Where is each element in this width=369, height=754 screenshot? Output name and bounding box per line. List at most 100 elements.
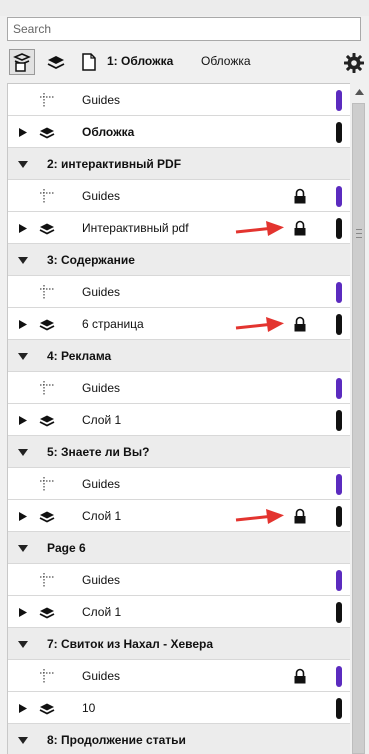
search-box[interactable] xyxy=(7,17,361,41)
search-input[interactable] xyxy=(8,18,360,40)
page-header-label: Page 6 xyxy=(47,541,86,555)
layer-row[interactable]: Слой 1 xyxy=(8,500,350,532)
lock-icon[interactable] xyxy=(293,220,307,236)
page-stack-icon xyxy=(13,53,31,72)
guides-icon xyxy=(38,668,56,684)
layer-color-tab[interactable] xyxy=(336,666,342,687)
objects-list-panel: Guides Обложка 2: интерактивный PDF Guides И… xyxy=(7,83,350,754)
layer-icon xyxy=(38,508,56,524)
layer-name-label: Guides xyxy=(82,93,121,107)
layer-name-label: Интерактивный pdf xyxy=(82,221,189,235)
scroll-thumb[interactable] xyxy=(352,103,365,754)
settings-button[interactable] xyxy=(341,50,367,76)
layer-row[interactable]: Слой 1 xyxy=(8,404,350,436)
layer-icon xyxy=(38,124,56,140)
collapse-triangle-icon[interactable] xyxy=(17,542,29,554)
layer-color-tab[interactable] xyxy=(336,122,342,143)
page-header-label: 4: Реклама xyxy=(47,349,112,363)
layer-color-tab[interactable] xyxy=(336,570,342,591)
page-header-label: 2: интерактивный PDF xyxy=(47,157,182,171)
layer-row[interactable]: Обложка xyxy=(8,116,350,148)
layer-row[interactable]: 10 xyxy=(8,692,350,724)
layer-color-tab[interactable] xyxy=(336,698,342,719)
page-header-row[interactable]: 4: Реклама xyxy=(8,340,350,372)
layer-color-tab[interactable] xyxy=(336,506,342,527)
guides-layer-row[interactable]: Guides xyxy=(8,180,350,212)
expand-triangle-icon[interactable] xyxy=(17,702,29,714)
layer-name-label: Обложка xyxy=(82,125,135,139)
layers-view-button[interactable] xyxy=(43,49,69,75)
guides-icon xyxy=(38,380,56,396)
scroll-up-arrow-icon xyxy=(354,89,364,95)
layer-icon xyxy=(38,220,56,236)
guides-icon xyxy=(38,92,56,108)
guides-icon xyxy=(38,188,56,204)
page-header-row[interactable]: 3: Содержание xyxy=(8,244,350,276)
guides-layer-row[interactable]: Guides xyxy=(8,564,350,596)
collapse-triangle-icon[interactable] xyxy=(17,638,29,650)
layer-color-tab[interactable] xyxy=(336,218,342,239)
guides-layer-row[interactable]: Guides xyxy=(8,372,350,404)
lock-icon[interactable] xyxy=(293,188,307,204)
expand-triangle-icon[interactable] xyxy=(17,222,29,234)
layer-color-tab[interactable] xyxy=(336,602,342,623)
layer-name-label: Guides xyxy=(82,285,121,299)
scroll-up-button[interactable] xyxy=(351,85,367,99)
guides-icon xyxy=(38,284,56,300)
page-header-row[interactable]: 2: интерактивный PDF xyxy=(8,148,350,180)
layer-name-label: Guides xyxy=(82,381,121,395)
collapse-triangle-icon[interactable] xyxy=(17,446,29,458)
guides-layer-row[interactable]: Guides xyxy=(8,84,350,116)
guides-layer-row[interactable]: Guides xyxy=(8,468,350,500)
current-layer-name: Обложка xyxy=(201,54,251,68)
layer-color-tab[interactable] xyxy=(336,90,342,111)
page-header-row[interactable]: Page 6 xyxy=(8,532,350,564)
page-layers-view-button[interactable] xyxy=(9,49,35,75)
page-header-row[interactable]: 5: Знаете ли Вы? xyxy=(8,436,350,468)
collapse-triangle-icon[interactable] xyxy=(17,350,29,362)
gear-icon xyxy=(344,53,364,73)
expand-triangle-icon[interactable] xyxy=(17,606,29,618)
current-page-title: 1: Обложка xyxy=(107,54,174,68)
layer-name-label: Guides xyxy=(82,477,121,491)
panel-top-strip xyxy=(0,0,369,16)
lock-icon[interactable] xyxy=(293,668,307,684)
layer-color-tab[interactable] xyxy=(336,314,342,335)
layer-color-tab[interactable] xyxy=(336,186,342,207)
layer-name-label: Guides xyxy=(82,189,121,203)
page-header-label: 8: Продолжение статьи xyxy=(47,733,186,747)
layer-row[interactable]: 6 страница xyxy=(8,308,350,340)
layer-row[interactable]: Слой 1 xyxy=(8,596,350,628)
page-view-button[interactable] xyxy=(75,49,101,75)
expand-triangle-icon[interactable] xyxy=(17,126,29,138)
guides-icon xyxy=(38,572,56,588)
layer-name-label: 10 xyxy=(82,701,96,715)
layer-name-label: Слой 1 xyxy=(82,605,122,619)
layer-row[interactable]: Интерактивный pdf xyxy=(8,212,350,244)
collapse-triangle-icon[interactable] xyxy=(17,254,29,266)
layer-icon xyxy=(38,604,56,620)
guides-icon xyxy=(38,476,56,492)
lock-icon[interactable] xyxy=(293,508,307,524)
scroll-grip-icon xyxy=(356,229,362,238)
layer-color-tab[interactable] xyxy=(336,410,342,431)
page-header-row[interactable]: 7: Свиток из Нахал - Хевера xyxy=(8,628,350,660)
collapse-triangle-icon[interactable] xyxy=(17,734,29,746)
guides-layer-row[interactable]: Guides xyxy=(8,276,350,308)
guides-layer-row[interactable]: Guides xyxy=(8,660,350,692)
lock-icon[interactable] xyxy=(293,316,307,332)
layers-icon xyxy=(47,56,65,70)
layer-name-label: Guides xyxy=(82,669,121,683)
layer-name-label: Guides xyxy=(82,573,121,587)
collapse-triangle-icon[interactable] xyxy=(17,158,29,170)
page-header-label: 3: Содержание xyxy=(47,253,135,267)
expand-triangle-icon[interactable] xyxy=(17,510,29,522)
expand-triangle-icon[interactable] xyxy=(17,318,29,330)
page-header-row[interactable]: 8: Продолжение статьи xyxy=(8,724,350,754)
expand-triangle-icon[interactable] xyxy=(17,414,29,426)
layer-color-tab[interactable] xyxy=(336,474,342,495)
layer-color-tab[interactable] xyxy=(336,282,342,303)
page-header-label: 7: Свиток из Нахал - Хевера xyxy=(47,637,214,651)
vertical-scrollbar[interactable] xyxy=(351,83,367,754)
layer-color-tab[interactable] xyxy=(336,378,342,399)
